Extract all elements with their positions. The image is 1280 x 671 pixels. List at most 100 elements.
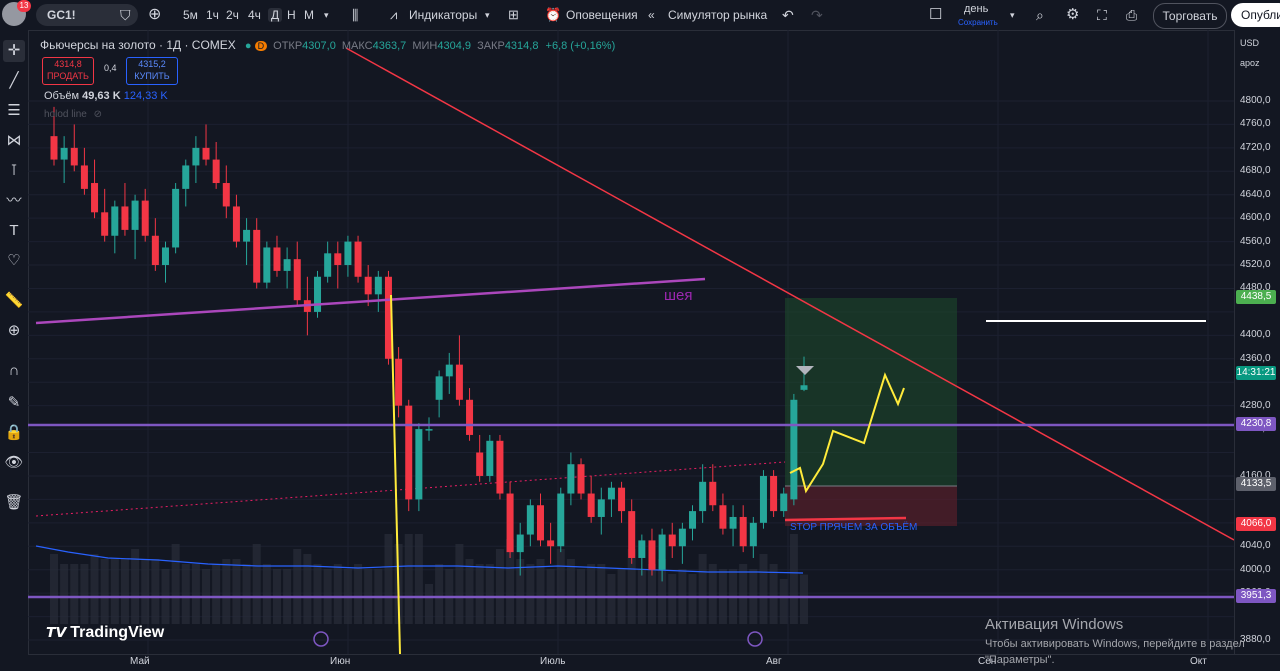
- sell-button[interactable]: 4314,8 ПРОДАТЬ: [42, 57, 94, 85]
- candle-body[interactable]: [496, 440, 504, 494]
- price-tag[interactable]: 4133,5: [1236, 477, 1276, 491]
- indicator-legend[interactable]: holod line ⊘: [44, 109, 102, 120]
- candle-body[interactable]: [709, 481, 717, 506]
- candle-body[interactable]: [526, 505, 534, 535]
- candle-body[interactable]: [536, 505, 544, 541]
- candle-body[interactable]: [689, 511, 697, 529]
- candle-body[interactable]: [344, 241, 352, 266]
- ruler-icon[interactable]: 📏: [3, 290, 25, 312]
- candle-body[interactable]: [273, 247, 281, 271]
- candle-body[interactable]: [131, 200, 139, 230]
- candle-body[interactable]: [50, 136, 58, 160]
- candles-icon[interactable]: ⫼: [352, 0, 358, 30]
- candle-body[interactable]: [91, 183, 99, 213]
- candle-body[interactable]: [222, 183, 230, 207]
- candle-body[interactable]: [638, 540, 646, 558]
- candle-body[interactable]: [121, 206, 129, 230]
- camera-icon[interactable]: ⎙: [1126, 0, 1137, 30]
- trendline-icon[interactable]: ╱: [3, 70, 25, 92]
- alarm-icon[interactable]: ⏰: [545, 0, 561, 30]
- candle-body[interactable]: [678, 528, 686, 547]
- candle-body[interactable]: [425, 429, 433, 431]
- candle-body[interactable]: [618, 487, 626, 512]
- buy-button[interactable]: 4315,2 КУПИТЬ: [126, 57, 178, 85]
- layouts-icon[interactable]: ⊞: [508, 0, 519, 30]
- heart-icon[interactable]: ♡: [3, 250, 25, 272]
- candle-body[interactable]: [699, 481, 707, 512]
- publish-button[interactable]: Опубли: [1231, 3, 1280, 27]
- price-tag[interactable]: 14:31:21: [1236, 366, 1276, 380]
- candle-body[interactable]: [283, 259, 291, 271]
- candle-body[interactable]: [364, 276, 372, 295]
- currency-selector[interactable]: USD: [1240, 38, 1259, 48]
- candle-body[interactable]: [445, 364, 453, 377]
- price-tag[interactable]: 4438,5: [1236, 290, 1276, 304]
- tf-5m[interactable]: 5м: [183, 0, 198, 30]
- pencil-lock-icon[interactable]: ✎: [3, 392, 25, 414]
- price-chart[interactable]: [28, 30, 1234, 654]
- chevron-down-icon[interactable]: ▾: [1010, 0, 1015, 30]
- candle-body[interactable]: [486, 440, 494, 476]
- candle-body[interactable]: [567, 464, 575, 494]
- candle-body[interactable]: [455, 364, 463, 400]
- candle-body[interactable]: [263, 247, 271, 283]
- candle-body[interactable]: [435, 376, 443, 400]
- event-marker-icon[interactable]: [313, 631, 329, 647]
- eye-icon[interactable]: 👁: [3, 452, 25, 474]
- candle-body[interactable]: [395, 358, 403, 406]
- candle-body[interactable]: [658, 534, 666, 570]
- magnet-icon[interactable]: ∩: [3, 360, 25, 382]
- candle-body[interactable]: [506, 493, 514, 553]
- candle-body[interactable]: [800, 385, 808, 390]
- candle-body[interactable]: [374, 276, 382, 295]
- tf-4h[interactable]: 4ч: [248, 0, 261, 30]
- candle-body[interactable]: [80, 165, 88, 189]
- gear-icon[interactable]: ⚙: [1066, 0, 1079, 30]
- indicators-icon[interactable]: ⩘: [390, 0, 397, 30]
- candle-body[interactable]: [232, 206, 240, 242]
- zoom-icon[interactable]: ⊕: [3, 320, 25, 342]
- candle-body[interactable]: [668, 534, 676, 547]
- tf-1h[interactable]: 1ч: [206, 0, 219, 30]
- text-icon[interactable]: T: [3, 220, 25, 242]
- fullscreen-icon[interactable]: ⛶: [1097, 0, 1107, 30]
- candle-body[interactable]: [314, 276, 322, 312]
- candle-body[interactable]: [141, 200, 149, 236]
- candle-body[interactable]: [253, 229, 261, 283]
- candle-body[interactable]: [202, 147, 210, 160]
- volume-legend[interactable]: Объём 49,63 K 124,33 K: [44, 90, 168, 102]
- tf-month[interactable]: М: [304, 0, 314, 30]
- trade-button[interactable]: Торговать: [1153, 3, 1227, 29]
- redo-icon[interactable]: ↷: [811, 0, 823, 30]
- candle-body[interactable]: [587, 493, 595, 517]
- layout-square-icon[interactable]: ☐: [929, 0, 942, 30]
- stop-annotation[interactable]: STOP ПРЯЧЕМ ЗА ОБЪЁМ: [790, 522, 917, 533]
- candle-body[interactable]: [577, 464, 585, 494]
- candle-body[interactable]: [759, 475, 767, 523]
- tf-day[interactable]: Д: [268, 8, 283, 22]
- position-profit-zone[interactable]: [785, 298, 957, 486]
- neck-annotation[interactable]: шея: [664, 287, 693, 304]
- forecast-icon[interactable]: ⊺: [3, 160, 25, 182]
- candle-body[interactable]: [161, 247, 169, 266]
- indicators-button[interactable]: Индикаторы: [409, 0, 477, 30]
- candle-body[interactable]: [415, 429, 423, 500]
- alerts-button[interactable]: Оповещения: [566, 0, 638, 30]
- candle-body[interactable]: [790, 399, 798, 500]
- event-marker-icon[interactable]: [747, 631, 763, 647]
- candle-body[interactable]: [293, 259, 301, 301]
- candle-body[interactable]: [780, 493, 788, 512]
- unit-selector[interactable]: apoz: [1240, 58, 1260, 68]
- fib-icon[interactable]: ☰: [3, 100, 25, 122]
- candle-body[interactable]: [719, 505, 727, 529]
- candle-body[interactable]: [749, 522, 757, 547]
- tradingview-logo[interactable]: 𝙏𝙑 TradingView: [46, 624, 164, 642]
- candle-body[interactable]: [334, 253, 342, 266]
- candle-body[interactable]: [557, 493, 565, 547]
- candle-body[interactable]: [466, 399, 474, 435]
- price-tag[interactable]: 4066,0: [1236, 517, 1276, 531]
- candle-body[interactable]: [324, 253, 332, 277]
- candle-body[interactable]: [70, 147, 78, 166]
- candle-body[interactable]: [212, 159, 220, 184]
- candle-body[interactable]: [111, 206, 119, 236]
